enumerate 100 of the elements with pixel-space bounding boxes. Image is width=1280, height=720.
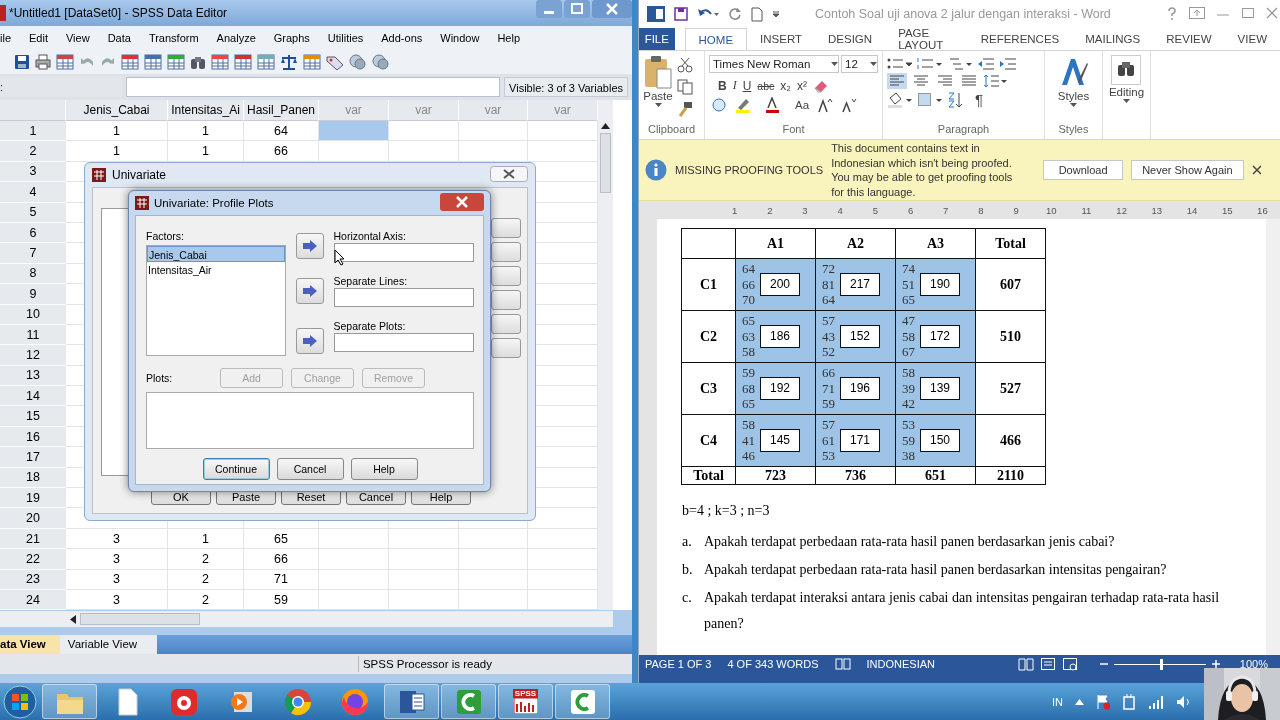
grid-icon[interactable] [144, 54, 162, 70]
row-number[interactable]: 13 [0, 365, 66, 387]
table-cell[interactable]: 1 [66, 141, 168, 162]
grid-icon[interactable] [121, 54, 139, 70]
taskbar-button[interactable] [384, 684, 439, 719]
dialog-button[interactable]: Help [350, 458, 418, 480]
scroll-thumb[interactable] [600, 133, 611, 193]
ribbon-tab[interactable]: INSERT [747, 28, 816, 50]
close-icon[interactable] [1251, 165, 1261, 175]
input-field[interactable] [333, 333, 474, 352]
format-button[interactable]: U [742, 78, 752, 93]
volume-icon[interactable] [1176, 694, 1192, 709]
table-cell[interactable] [319, 569, 389, 590]
web-layout-icon[interactable] [1061, 657, 1078, 671]
grid-icon[interactable] [167, 54, 185, 70]
ribbon-tab[interactable]: REVIEW [1153, 28, 1225, 50]
scroll-thumb[interactable] [80, 613, 200, 626]
close-icon[interactable] [490, 165, 528, 182]
row-number[interactable]: 8 [0, 263, 66, 285]
option-button[interactable] [491, 218, 521, 238]
menu-item[interactable]: Graphs [264, 32, 319, 44]
ribbon-tab[interactable]: REFERENCES [967, 28, 1073, 50]
format-painter-icon[interactable] [677, 101, 693, 117]
maximize-icon[interactable] [564, 0, 590, 18]
list-item[interactable]: Intensitas_Air [147, 262, 285, 278]
move-button[interactable] [295, 278, 324, 304]
row-number[interactable]: 21 [0, 528, 66, 550]
table-cell[interactable] [459, 121, 528, 142]
table-cell[interactable] [389, 590, 459, 611]
table-cell[interactable]: 3 [66, 549, 168, 570]
dialog-button[interactable]: Cancel [276, 458, 344, 480]
table-cell[interactable]: 2 [168, 569, 244, 590]
plots-list[interactable] [146, 392, 474, 449]
message-button[interactable]: Download [1043, 160, 1124, 180]
scale-icon[interactable] [280, 54, 298, 70]
word-logo-icon[interactable] [647, 6, 665, 22]
message-button[interactable]: Never Show Again [1131, 160, 1244, 180]
input-language[interactable]: IN [1052, 695, 1063, 708]
format-button[interactable]: x² [796, 78, 807, 93]
redo-icon[interactable] [728, 7, 742, 21]
zoom-level[interactable]: 100% [1239, 658, 1268, 670]
customize-icon[interactable] [772, 10, 780, 18]
styles-button[interactable]: Styles [1057, 55, 1090, 107]
row-number[interactable]: 1 [0, 121, 66, 142]
increase-indent-icon[interactable] [999, 57, 1017, 71]
grid-icon[interactable] [257, 54, 275, 70]
table-cell[interactable]: 3 [66, 590, 168, 611]
table-cell[interactable]: 1 [66, 121, 168, 142]
format-button[interactable]: B [718, 78, 727, 93]
printer-icon[interactable] [35, 54, 51, 70]
table-cell[interactable] [319, 549, 389, 570]
paste-button[interactable]: Paste [643, 55, 673, 117]
grid-icon[interactable] [211, 54, 229, 70]
eraser-icon[interactable] [812, 78, 829, 93]
row-number[interactable]: 4 [0, 182, 66, 203]
zoom-in-icon[interactable] [1211, 660, 1220, 668]
menu-item[interactable]: Transform [139, 32, 208, 44]
circles-icon[interactable] [349, 54, 367, 70]
multilevel-list-icon[interactable] [947, 57, 973, 71]
menu-item[interactable]: Utilities [318, 32, 373, 44]
menu-item[interactable]: Add-ons [372, 32, 432, 44]
menu-item[interactable]: Edit [20, 32, 57, 44]
option-button[interactable] [491, 290, 521, 310]
column-header[interactable]: Jenis_Cabai [66, 100, 168, 121]
row-number[interactable]: 18 [0, 467, 66, 489]
cell-editor-field[interactable] [126, 77, 501, 97]
left-arrow-icon[interactable] [70, 614, 76, 624]
row-number[interactable]: 3 [0, 161, 66, 183]
row-number[interactable]: 17 [0, 447, 66, 468]
row-number[interactable]: 20 [0, 508, 66, 529]
row-number[interactable]: 7 [0, 243, 66, 264]
grid-icon[interactable] [56, 54, 74, 70]
copy-icon[interactable] [677, 79, 693, 95]
table-cell[interactable]: 66 [244, 549, 319, 570]
column-header[interactable]: Hasil_Panen [244, 100, 319, 121]
table-cell[interactable] [459, 549, 528, 570]
table-cell[interactable] [319, 141, 389, 162]
format-button[interactable]: I [732, 78, 737, 93]
align-button[interactable] [935, 73, 955, 89]
row-number[interactable]: 16 [0, 426, 66, 448]
table-cell[interactable]: 1 [168, 528, 244, 550]
row-number[interactable]: 24 [0, 590, 66, 611]
table-cell[interactable] [319, 528, 389, 550]
minimize-icon[interactable] [536, 0, 562, 18]
text-effects-icon[interactable] [711, 97, 727, 113]
taskbar-button[interactable] [555, 684, 610, 719]
option-button[interactable] [491, 338, 521, 358]
ribbon-tab[interactable]: VIEW [1224, 28, 1280, 50]
decrease-indent-icon[interactable] [977, 57, 995, 71]
show-marks-button[interactable]: ¶ [975, 91, 984, 108]
input-field[interactable] [333, 243, 474, 262]
vertical-scrollbar[interactable] [1266, 219, 1280, 655]
table-cell[interactable] [389, 121, 459, 142]
ribbon-tab[interactable]: MAILINGS [1072, 28, 1154, 50]
table-cell[interactable] [459, 528, 528, 550]
dialog-button[interactable]: Continue [202, 458, 270, 480]
table-cell[interactable] [319, 121, 389, 142]
ribbon-tab[interactable]: HOME [684, 28, 748, 50]
new-document-icon[interactable] [751, 6, 763, 22]
ribbon-tab[interactable]: DESIGN [815, 28, 886, 50]
